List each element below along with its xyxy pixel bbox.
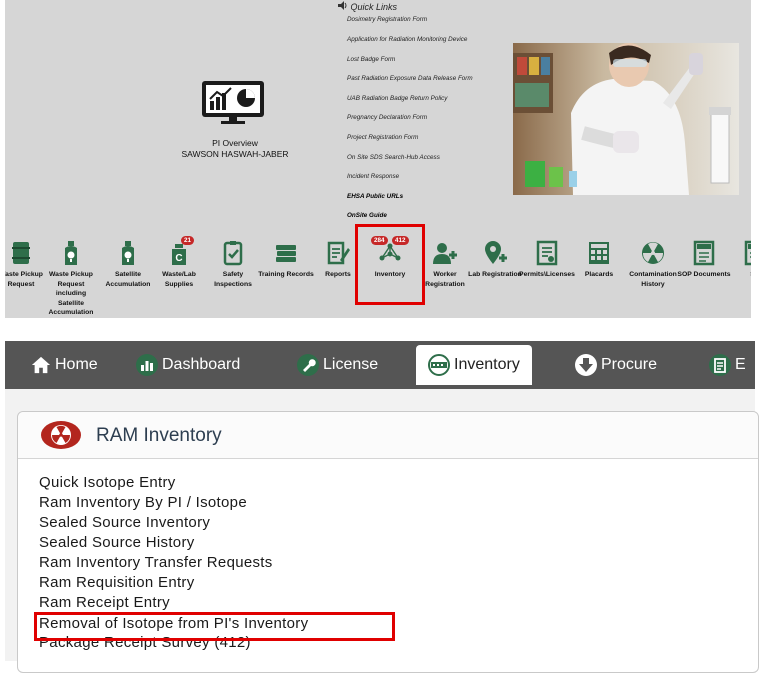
quick-links-title: Quick Links — [350, 2, 398, 12]
add-user-icon — [433, 243, 457, 264]
toolbar-label: SD — [727, 270, 751, 280]
tab-inventory[interactable]: Inventory — [416, 345, 532, 385]
quick-link-item[interactable]: On Site SDS Search-Hub Access — [347, 154, 440, 161]
toolbar-lab-registration[interactable]: Lab Registration — [467, 240, 523, 280]
ram-inventory-title: RAM Inventory — [96, 425, 222, 446]
report-pencil-icon — [327, 241, 350, 265]
tab-label: Home — [55, 356, 98, 373]
tab-dashboard[interactable]: Dashboard — [136, 347, 240, 383]
link-sealed-source-history[interactable]: Sealed Source History — [39, 534, 195, 551]
toolbar-placards[interactable]: Placards — [571, 240, 627, 280]
lab-flask-icon — [428, 354, 450, 376]
toolbar-worker-registration[interactable]: Worker Registration — [417, 240, 473, 289]
toolbar-sds[interactable]: SD — [727, 240, 751, 280]
pi-name: SAWSON HASWAH-JABER — [181, 149, 289, 159]
quick-link-item[interactable]: Application for Radiation Monitoring Dev… — [347, 36, 467, 43]
barrel-icon — [12, 242, 30, 264]
toolbar-label: Worker Registration — [425, 271, 465, 288]
quick-link-item[interactable]: Incident Response — [347, 173, 399, 180]
toolbar-label: Satellite Accumulation — [105, 271, 151, 288]
placard-grid-icon — [589, 242, 609, 264]
toolbar-label: Permits\Licenses — [519, 271, 575, 278]
quick-link-item[interactable]: Project Registration Form — [347, 134, 418, 141]
removal-highlight-box — [34, 612, 395, 641]
quick-link-item[interactable]: EHSA Public URLs — [347, 193, 403, 200]
tab-label: Dashboard — [162, 356, 241, 373]
tab-label: Procure — [601, 356, 658, 373]
toolbar-sop-documents[interactable]: SOP Documents — [676, 240, 732, 280]
lab-scientist-photo — [513, 43, 739, 195]
hazard-bottle-icon — [122, 241, 134, 265]
pi-overview-label: PI Overview — [212, 138, 258, 148]
sds-icon — [744, 240, 751, 266]
tab-label: License — [323, 356, 379, 373]
pi-overview-monitor-icon[interactable] — [201, 80, 265, 124]
svg-text:C: C — [175, 253, 182, 264]
link-ram-inventory-by-pi[interactable]: Ram Inventory By PI / Isotope — [39, 494, 247, 511]
toolbar-label: SOP Documents — [677, 271, 731, 278]
books-icon — [276, 245, 296, 262]
main-nav-bar: Home Dashboard License Inventory Procure… — [5, 341, 755, 389]
quick-link-item[interactable]: UAB Radiation Badge Return Policy — [347, 95, 447, 102]
speaker-icon — [338, 1, 347, 10]
radiation-icon — [642, 242, 664, 264]
clipboard-icon — [709, 354, 731, 376]
sop-icon — [693, 240, 715, 266]
toolbar-training-records[interactable]: Training Records — [258, 240, 314, 280]
supplies-count-badge: 21 — [181, 236, 195, 245]
toolbar-label: Waste Pickup Request including Satellite… — [48, 271, 94, 317]
quick-link-item[interactable]: Pregnancy Declaration Form — [347, 114, 427, 121]
inventory-highlight-box — [355, 224, 425, 305]
quick-link-item[interactable]: Dosimetry Registration Form — [347, 16, 427, 23]
toolbar-label: Training Records — [258, 271, 314, 278]
home-icon — [31, 356, 51, 374]
link-ram-transfer-requests[interactable]: Ram Inventory Transfer Requests — [39, 554, 273, 571]
link-ram-requisition-entry[interactable]: Ram Requisition Entry — [39, 574, 195, 591]
tab-home[interactable]: Home — [31, 347, 98, 383]
dashboard-icon — [136, 354, 158, 376]
toolbar-contamination-history[interactable]: Contamination History — [625, 240, 681, 289]
radiation-icon — [41, 421, 81, 449]
quick-links-heading: Quick Links — [338, 1, 397, 12]
tab-license[interactable]: License — [297, 347, 378, 383]
toolbar-label: Safety Inspections — [214, 271, 252, 288]
certificate-icon — [536, 240, 558, 266]
toolbar-label: Placards — [584, 271, 614, 278]
toolbar-permits-licenses[interactable]: Permits\Licenses — [519, 240, 575, 280]
quick-link-item[interactable]: OnSite Guide — [347, 212, 387, 219]
toolbar-satellite-accumulation[interactable]: Satellite Accumulation — [100, 240, 156, 289]
top-panel: PI Overview SAWSON HASWAH-JABER Quick Li… — [5, 0, 751, 318]
link-sealed-source-inventory[interactable]: Sealed Source Inventory — [39, 514, 210, 531]
wrench-icon — [297, 354, 319, 376]
hazard-bottle-icon — [65, 241, 77, 265]
quick-link-item[interactable]: Past Radiation Exposure Data Release For… — [347, 75, 473, 82]
toolbar-label: Waste/Lab Supplies — [162, 271, 196, 288]
toolbar-waste-pickup-satellite[interactable]: Waste Pickup Request including Satellite… — [43, 240, 99, 318]
toolbar-safety-inspections[interactable]: Safety Inspections — [205, 240, 261, 289]
quick-link-item[interactable]: Lost Badge Form — [347, 56, 395, 63]
download-arrow-icon — [575, 354, 597, 376]
pi-overview-link[interactable]: PI Overview SAWSON HASWAH-JABER — [125, 138, 345, 160]
tab-procure[interactable]: Procure — [575, 347, 657, 383]
tab-label: E — [735, 356, 746, 373]
toolbar-waste-lab-supplies[interactable]: C 21 Waste/Lab Supplies — [151, 236, 207, 289]
link-ram-receipt-entry[interactable]: Ram Receipt Entry — [39, 594, 170, 611]
clipboard-check-icon — [223, 241, 243, 266]
toolbar-label: Lab Registration — [468, 271, 522, 278]
ram-inventory-header: RAM Inventory — [18, 412, 758, 459]
link-quick-isotope-entry[interactable]: Quick Isotope Entry — [39, 474, 176, 491]
toolbar-label: Contamination History — [629, 271, 677, 288]
location-plus-icon — [485, 241, 507, 264]
tab-e[interactable]: E — [709, 347, 746, 383]
tab-label: Inventory — [454, 356, 520, 373]
